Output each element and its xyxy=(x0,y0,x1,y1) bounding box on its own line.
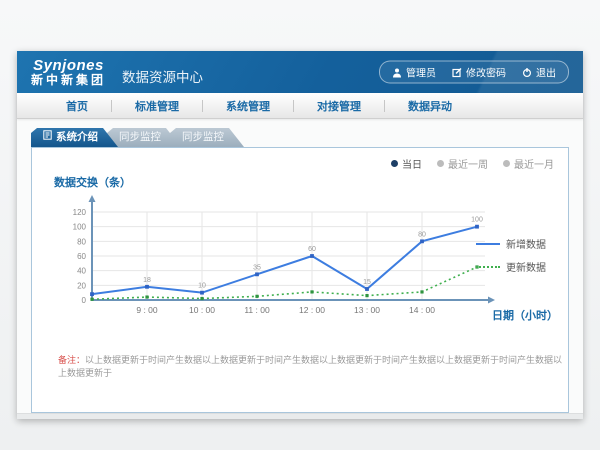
user-menu-label: 修改密码 xyxy=(466,65,506,80)
footnote: 备注：以上数据更新于时间产生数据以上数据更新于时间产生数据以上数据更新于时间产生… xyxy=(58,354,563,379)
page-footer-strip xyxy=(17,413,583,419)
tab-item-1[interactable]: 同步监控 xyxy=(107,128,181,147)
time-filter-option-0[interactable]: 当日 xyxy=(391,156,422,171)
nav-item-0[interactable]: 首页 xyxy=(43,98,111,114)
footnote-prefix: 备注： xyxy=(58,355,85,365)
legend-line-sample xyxy=(476,266,500,268)
svg-text:35: 35 xyxy=(253,264,261,271)
radio-label: 最近一周 xyxy=(448,156,488,171)
svg-text:10: 10 xyxy=(198,283,206,290)
user-icon xyxy=(392,67,402,77)
tab-item-2[interactable]: 同步监控 xyxy=(170,128,244,147)
svg-text:60: 60 xyxy=(308,246,316,253)
document-icon xyxy=(43,128,52,147)
tab-bar: 系统介绍 同步监控 同步监控 xyxy=(31,128,583,147)
radio-dot xyxy=(503,160,510,167)
svg-text:80: 80 xyxy=(418,231,426,238)
svg-text:100: 100 xyxy=(73,223,87,232)
logo-text-cn: 新中新集团 xyxy=(31,74,106,87)
svg-text:14 : 00: 14 : 00 xyxy=(409,305,435,315)
svg-text:80: 80 xyxy=(77,237,86,246)
svg-text:13 : 00: 13 : 00 xyxy=(354,305,380,315)
power-icon xyxy=(522,67,532,77)
app-header: Synjones 新中新集团 数据资源中心 管理员 修改密码 退出 xyxy=(17,51,583,93)
time-filter-option-1[interactable]: 最近一周 xyxy=(437,156,488,171)
chart-panel: 当日最近一周最近一月 数据交换（条） 0204060801001209 : 00… xyxy=(31,147,569,413)
nav-item-4[interactable]: 数据异动 xyxy=(385,98,475,114)
footnote-text: 以上数据更新于时间产生数据以上数据更新于时间产生数据以上数据更新于时间产生数据以… xyxy=(58,355,562,378)
tab-label: 同步监控 xyxy=(182,128,224,147)
tab-item-0[interactable]: 系统介绍 xyxy=(31,128,118,147)
user-menu-item-0[interactable]: 管理员 xyxy=(392,65,436,80)
user-menu-label: 退出 xyxy=(536,65,556,80)
main-nav: 首页标准管理系统管理对接管理数据异动 xyxy=(17,93,583,119)
svg-text:15: 15 xyxy=(363,279,371,286)
svg-text:12 : 00: 12 : 00 xyxy=(299,305,325,315)
svg-text:120: 120 xyxy=(73,208,87,217)
svg-text:9 : 00: 9 : 00 xyxy=(136,305,158,315)
svg-text:20: 20 xyxy=(77,281,86,290)
user-menu-item-2[interactable]: 退出 xyxy=(522,65,556,80)
x-axis-label: 日期（小时） xyxy=(492,307,558,323)
tab-label: 系统介绍 xyxy=(56,128,98,147)
radio-dot xyxy=(437,160,444,167)
svg-text:40: 40 xyxy=(77,267,86,276)
edit-icon xyxy=(452,67,462,77)
legend-item-1: 更新数据 xyxy=(476,259,546,274)
radio-label: 最近一月 xyxy=(514,156,554,171)
legend-line-sample xyxy=(476,243,500,245)
chart-legend: 新增数据更新数据 xyxy=(476,236,546,274)
svg-text:0: 0 xyxy=(82,296,87,305)
user-menu: 管理员 修改密码 退出 xyxy=(379,61,569,84)
line-chart: 0 20 40 60 80 100 120 9 : 00 10 : 00 11 : 00 12 : … xyxy=(46,188,524,342)
page-title: 数据资源中心 xyxy=(122,58,203,86)
radio-label: 当日 xyxy=(402,156,422,171)
user-menu-label: 管理员 xyxy=(406,65,436,80)
user-menu-item-1[interactable]: 修改密码 xyxy=(452,65,506,80)
logo-text-en: Synjones xyxy=(31,58,106,74)
time-filter: 当日 最近一周 最近一月 xyxy=(391,156,554,171)
legend-item-0: 新增数据 xyxy=(476,236,546,251)
legend-label: 新增数据 xyxy=(506,236,546,251)
svg-text:10 : 00: 10 : 00 xyxy=(189,305,215,315)
nav-item-1[interactable]: 标准管理 xyxy=(112,98,202,114)
radio-dot xyxy=(391,160,398,167)
app-window: Synjones 新中新集团 数据资源中心 管理员修改密码退出 首页标准管理系统… xyxy=(17,51,583,419)
nav-item-2[interactable]: 系统管理 xyxy=(203,98,293,114)
tab-label: 同步监控 xyxy=(119,128,161,147)
svg-text:11 : 00: 11 : 00 xyxy=(244,305,270,315)
legend-label: 更新数据 xyxy=(506,259,546,274)
svg-text:60: 60 xyxy=(77,252,86,261)
nav-item-3[interactable]: 对接管理 xyxy=(294,98,384,114)
svg-text:18: 18 xyxy=(143,277,151,284)
time-filter-option-2[interactable]: 最近一月 xyxy=(503,156,554,171)
content-area: 系统介绍同步监控同步监控 当日最近一周最近一月 数据交换（条） 02040608… xyxy=(17,119,583,413)
axis-ticks: 0 20 40 60 80 100 120 9 : 00 10 : 00 11 : 00 12 : … xyxy=(73,208,436,315)
svg-text:100: 100 xyxy=(471,217,483,224)
company-logo: Synjones 新中新集团 xyxy=(31,58,106,86)
